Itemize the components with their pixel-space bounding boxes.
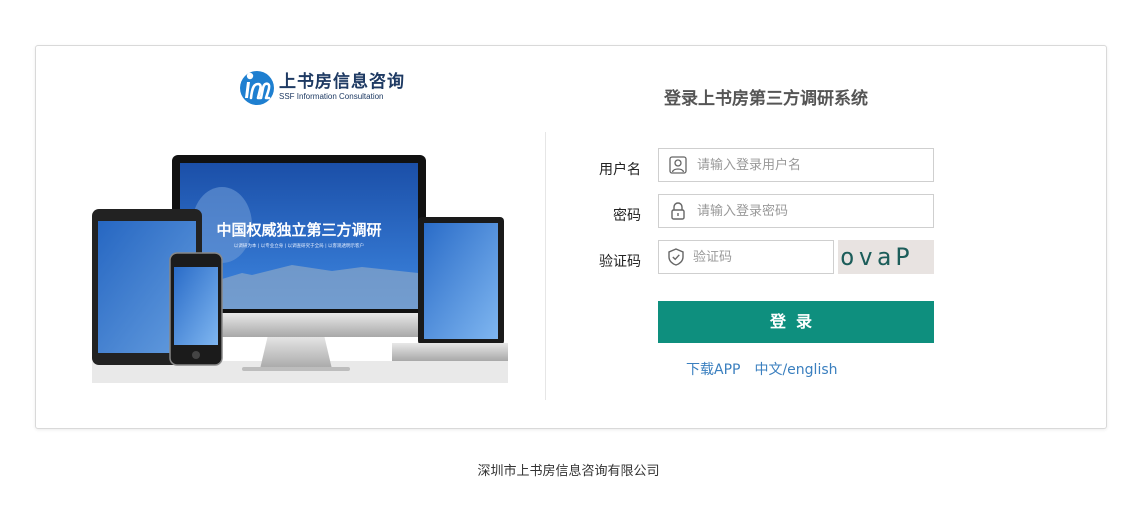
brand-name-cn: 上书房信息咨询	[279, 72, 405, 92]
login-card: 上书房信息咨询 SSF Information Consultation 中国权…	[35, 45, 1107, 429]
captcha-image[interactable]: ovaP	[838, 240, 934, 274]
username-field[interactable]	[658, 148, 934, 182]
captcha-label: 验证码	[599, 254, 641, 270]
password-label: 密码	[613, 208, 641, 224]
password-field[interactable]	[658, 194, 934, 228]
hero-headline: 中国权威独立第三方调研	[216, 221, 381, 239]
username-input[interactable]	[697, 150, 933, 180]
password-input[interactable]	[697, 196, 933, 226]
username-label: 用户名	[599, 162, 641, 178]
lock-icon	[668, 201, 688, 221]
user-icon	[668, 155, 688, 175]
footer-links: 下载APP 中文/english	[686, 359, 838, 379]
vertical-divider	[545, 132, 546, 400]
brand-logo: 上书房信息咨询 SSF Information Consultation	[239, 67, 405, 107]
company-footer: 深圳市上书房信息咨询有限公司	[477, 464, 660, 479]
devices-illustration: 中国权威独立第三方调研 以调研为本 | 以专业立身 | 以调查研究于全局 | 以…	[92, 155, 508, 383]
language-switch-link[interactable]: 中文/english	[754, 359, 837, 379]
hero-tagline: 以调研为本 | 以专业立身 | 以调查研究于全局 | 以客观透明示客户	[234, 242, 364, 249]
login-button[interactable]: 登录	[658, 301, 934, 343]
captcha-code: ovaP	[840, 243, 914, 271]
shield-check-icon	[668, 247, 684, 267]
download-app-link[interactable]: 下载APP	[686, 359, 740, 379]
ssf-logo-mark-icon	[240, 71, 274, 105]
captcha-field[interactable]	[658, 240, 863, 274]
brand-name-en: SSF Information Consultation	[279, 92, 384, 101]
page-title: 登录上书房第三方调研系统	[664, 89, 868, 109]
